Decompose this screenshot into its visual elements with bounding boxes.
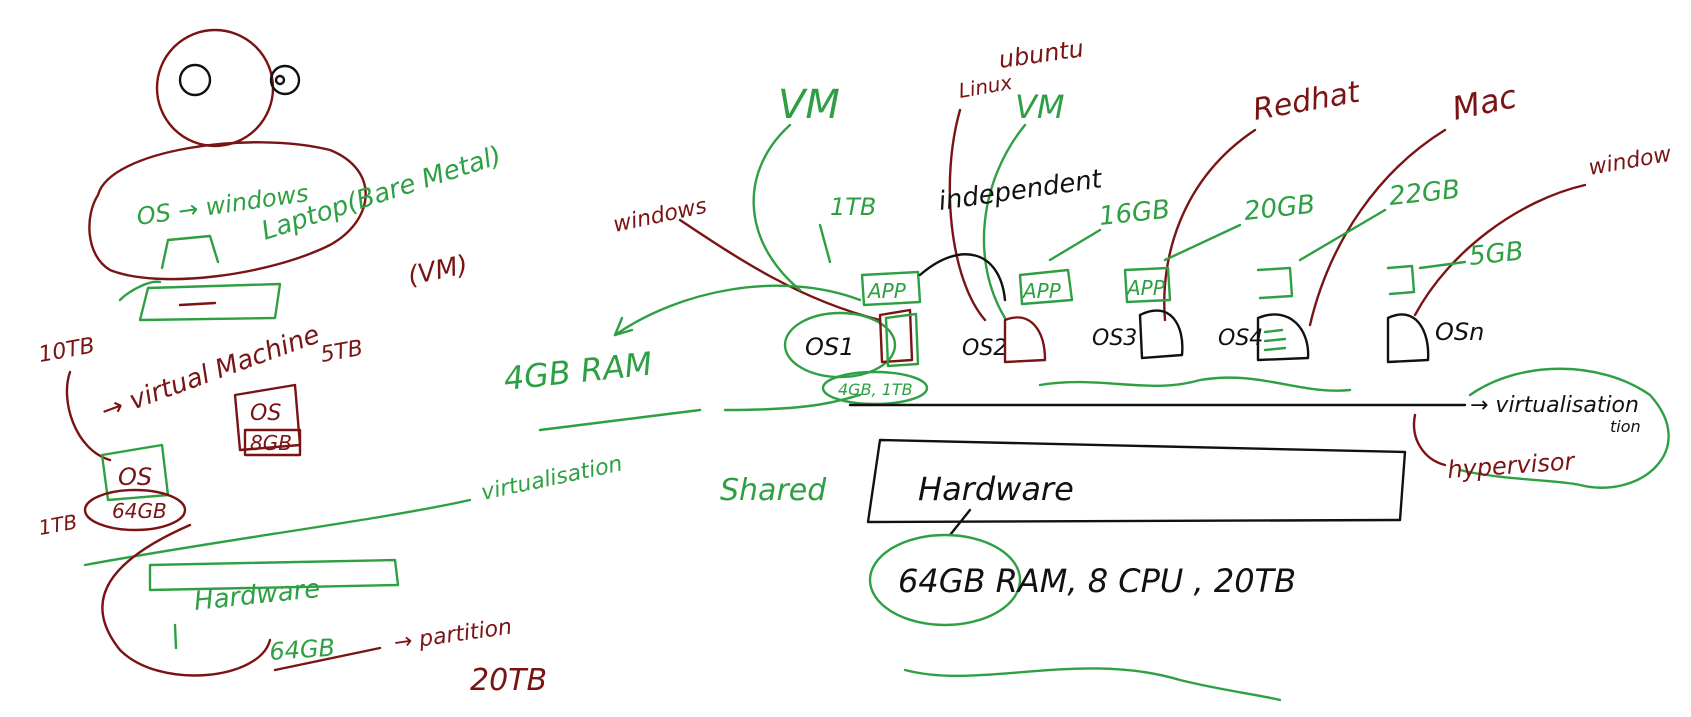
os2-box [1003,316,1047,364]
app3-label: APP [1125,276,1166,300]
tb20-label: 20TB [470,663,547,698]
virtualisation-left-label: virtualisation [479,452,625,506]
laptop-screen-sketch [160,234,220,270]
tb10-label: 10TB [37,333,97,367]
hardware-right-label: Hardware [918,470,1074,508]
mac-line [1308,128,1447,327]
tb5-label: 5TB [319,336,365,368]
hypervisor-label: hypervisor [1446,447,1577,484]
osn-box [1386,313,1430,364]
tb1-right-label: 1TB [830,193,876,221]
person-head-sketch [155,28,275,148]
app5-box [1386,264,1416,296]
os-box-label: OS [118,463,152,491]
hardware-tick [173,623,178,650]
gb-tb-small-label: 4GB, 1TB [838,380,913,399]
mac-label: Mac [1449,77,1521,128]
os3-box [1138,309,1184,360]
hypervisor-arrow [1412,413,1447,467]
gb8-label: 8GB [250,431,292,455]
hardware-left-label: Hardware [193,574,322,617]
pupil-sketch [274,74,286,86]
app2-label: APP [1021,279,1062,303]
green-underline-bottom [903,667,1282,702]
vm-top-line [752,123,802,292]
app4-box [1256,266,1294,300]
linux-label: Linux [957,70,1014,103]
vm-top-label: VM [778,82,840,128]
eye-left-sketch [178,63,212,97]
gb64-label: 64GB [112,499,167,523]
os-small-label: OS [250,401,281,426]
green-wave-2 [1038,376,1352,392]
os4-box [1256,313,1310,362]
tb1-label: 1TB [37,510,79,540]
virtualisation-right-label-2: tion [1610,417,1641,436]
gb64-bottom-label: 64GB [268,633,335,666]
shared-label: Shared [720,473,827,508]
linux-line [948,108,987,322]
gb5-line [1418,260,1467,270]
virtualisation-right-label: → virtualisation [1470,393,1639,418]
gb22-label: 22GB [1388,175,1462,212]
virtual-machine-label: → virtual Machine [97,320,324,427]
osn-label: OSn [1435,318,1484,346]
whiteboard-canvas: OS → windows Laptop(Bare Metal) → virtua… [37,28,1675,702]
partition-label: → partition [392,615,513,656]
laptop-base-sketch [138,282,282,322]
gb16-label: 16GB [1098,195,1172,232]
vm-second-label: VM [1015,88,1065,126]
independent-label: independent [937,164,1105,217]
os1-label: OS1 [805,333,854,361]
redhat-label: Redhat [1250,75,1363,128]
os3-label: OS3 [1092,326,1137,351]
ram4-label: 4GB RAM [502,345,654,398]
gb5-label: 5GB [1468,236,1525,272]
laptop-key-line [178,301,217,307]
ubuntu-label: ubuntu [997,34,1086,74]
app1-label: APP [866,279,907,303]
laptop-arrow-sketch [118,280,162,302]
tb1-tick [818,223,832,264]
redhat-line [1163,128,1257,322]
windows-right-label: window [1587,142,1675,181]
ram-arrow [613,284,862,337]
os4-lines [1263,328,1287,352]
os2-label: OS2 [962,336,1007,361]
os4-label: OS4 [1218,326,1263,351]
vm-paren-label: (VM) [405,250,470,292]
specs-label: 64GB RAM, 8 CPU , 20TB [898,562,1296,600]
gb16-line [1048,228,1102,262]
ram-underline [538,408,702,432]
windows-left-label: windows [611,194,709,238]
gb20-label: 20GB [1243,190,1317,227]
vm-second-line [982,123,1027,320]
